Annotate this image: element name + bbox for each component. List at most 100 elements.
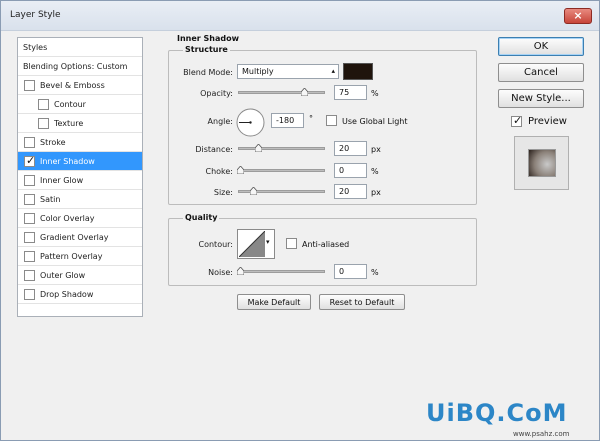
blend-mode-value: Multiply [242,67,274,76]
style-label-satin: Satin [40,195,61,204]
distance-slider[interactable] [238,144,325,152]
style-row-blending-options-custom[interactable]: Blending Options: Custom [18,57,142,76]
style-checkbox-satin[interactable] [24,194,35,205]
blend-mode-select[interactable]: Multiply ▴ [237,64,339,79]
make-default-button[interactable]: Make Default [237,294,311,310]
blend-mode-label: Blend Mode: [183,68,233,77]
distance-input[interactable]: 20 [334,141,367,156]
reset-to-default-button[interactable]: Reset to Default [319,294,405,310]
quality-title: Quality [183,213,220,222]
style-label-inner-glow: Inner Glow [40,176,84,185]
style-row-stroke[interactable]: Stroke [18,133,142,152]
style-label-contour: Contour [54,100,86,109]
structure-title: Structure [183,45,230,54]
style-checkbox-texture[interactable] [38,118,49,129]
noise-input[interactable]: 0 [334,264,367,279]
style-row-satin[interactable]: Satin [18,190,142,209]
slider-thumb-icon[interactable] [301,88,308,96]
style-label-bevel-emboss: Bevel & Emboss [40,81,105,90]
style-row-gradient-overlay[interactable]: Gradient Overlay [18,228,142,247]
distance-unit: px [371,145,381,154]
preview-label: Preview [528,116,567,127]
choke-input[interactable]: 0 [334,163,367,178]
angle-input[interactable]: -180 [271,113,304,128]
preview-swatch-frame [514,136,569,190]
style-label-drop-shadow: Drop Shadow [40,290,94,299]
style-checkbox-pattern-overlay[interactable] [24,251,35,262]
dropdown-arrow-icon: ▾ [266,238,270,246]
noise-slider[interactable] [237,267,325,275]
style-checkbox-gradient-overlay[interactable] [24,232,35,243]
style-row-inner-shadow[interactable]: Inner Shadow [18,152,142,171]
style-label-pattern-overlay: Pattern Overlay [40,252,103,261]
style-label-blending-options-custom: Blending Options: Custom [23,62,128,71]
contour-curve-icon [239,231,265,257]
anti-aliased-label: Anti-aliased [302,240,350,249]
style-label-texture: Texture [54,119,84,128]
noise-unit: % [371,268,379,277]
use-global-light-checkbox[interactable] [326,115,337,126]
watermark-url: www.psahz.com [513,430,570,438]
title-bar: Layer Style × [1,1,599,31]
anti-aliased-checkbox[interactable] [286,238,297,249]
ok-button[interactable]: OK [498,37,584,56]
style-label-inner-shadow: Inner Shadow [40,157,95,166]
contour-label: Contour: [198,240,234,249]
close-icon: × [573,9,583,22]
style-label-styles: Styles [23,43,48,52]
new-style-button[interactable]: New Style... [498,89,584,108]
style-checkbox-inner-shadow[interactable] [24,154,35,167]
layer-style-dialog: Layer Style × Styles Blending Options: Cu… [0,0,600,441]
style-row-drop-shadow[interactable]: Drop Shadow [18,285,142,304]
choke-label: Choke: [205,167,233,176]
style-row-bevel-emboss[interactable]: Bevel & Emboss [18,76,142,95]
style-row-contour[interactable]: Contour [18,95,142,114]
size-unit: px [371,188,381,197]
slider-thumb-icon[interactable] [237,166,244,174]
dropdown-arrow-icon: ▴ [331,67,335,75]
section-title-inner-shadow: Inner Shadow [175,34,241,43]
size-label: Size: [213,188,233,197]
style-checkbox-color-overlay[interactable] [24,213,35,224]
use-global-light-label: Use Global Light [342,117,408,126]
style-row-inner-glow[interactable]: Inner Glow [18,171,142,190]
angle-label: Angle: [207,117,233,126]
close-button[interactable]: × [564,8,592,24]
opacity-unit: % [371,89,379,98]
style-checkbox-contour[interactable] [38,99,49,110]
contour-picker[interactable]: ▾ [237,229,275,259]
style-checkbox-outer-glow[interactable] [24,270,35,281]
style-label-outer-glow: Outer Glow [40,271,86,280]
angle-dial-icon[interactable] [236,108,265,137]
window-title: Layer Style [10,10,61,20]
preview-swatch [528,149,556,177]
style-row-texture[interactable]: Texture [18,114,142,133]
style-row-pattern-overlay[interactable]: Pattern Overlay [18,247,142,266]
choke-unit: % [371,167,379,176]
choke-slider[interactable] [237,166,325,174]
style-row-outer-glow[interactable]: Outer Glow [18,266,142,285]
angle-unit: ° [309,114,313,123]
style-label-stroke: Stroke [40,138,66,147]
style-label-color-overlay: Color Overlay [40,214,95,223]
style-label-gradient-overlay: Gradient Overlay [40,233,109,242]
slider-thumb-icon[interactable] [255,144,262,152]
slider-thumb-icon[interactable] [250,187,257,195]
style-checkbox-inner-glow[interactable] [24,175,35,186]
style-checkbox-bevel-emboss[interactable] [24,80,35,91]
style-row-color-overlay[interactable]: Color Overlay [18,209,142,228]
opacity-slider[interactable] [238,88,325,96]
opacity-input[interactable]: 75 [334,85,367,100]
style-checkbox-drop-shadow[interactable] [24,289,35,300]
style-row-styles[interactable]: Styles [18,38,142,57]
preview-checkbox[interactable] [511,114,522,127]
watermark-logo: UiBQ.CoM [426,399,568,427]
opacity-label: Opacity: [200,89,233,98]
size-input[interactable]: 20 [334,184,367,199]
styles-list: Styles Blending Options: Custom Bevel & Em… [17,37,143,317]
slider-thumb-icon[interactable] [237,267,244,275]
shadow-color-swatch[interactable] [343,63,373,80]
size-slider[interactable] [238,187,325,195]
cancel-button[interactable]: Cancel [498,63,584,82]
style-checkbox-stroke[interactable] [24,137,35,148]
